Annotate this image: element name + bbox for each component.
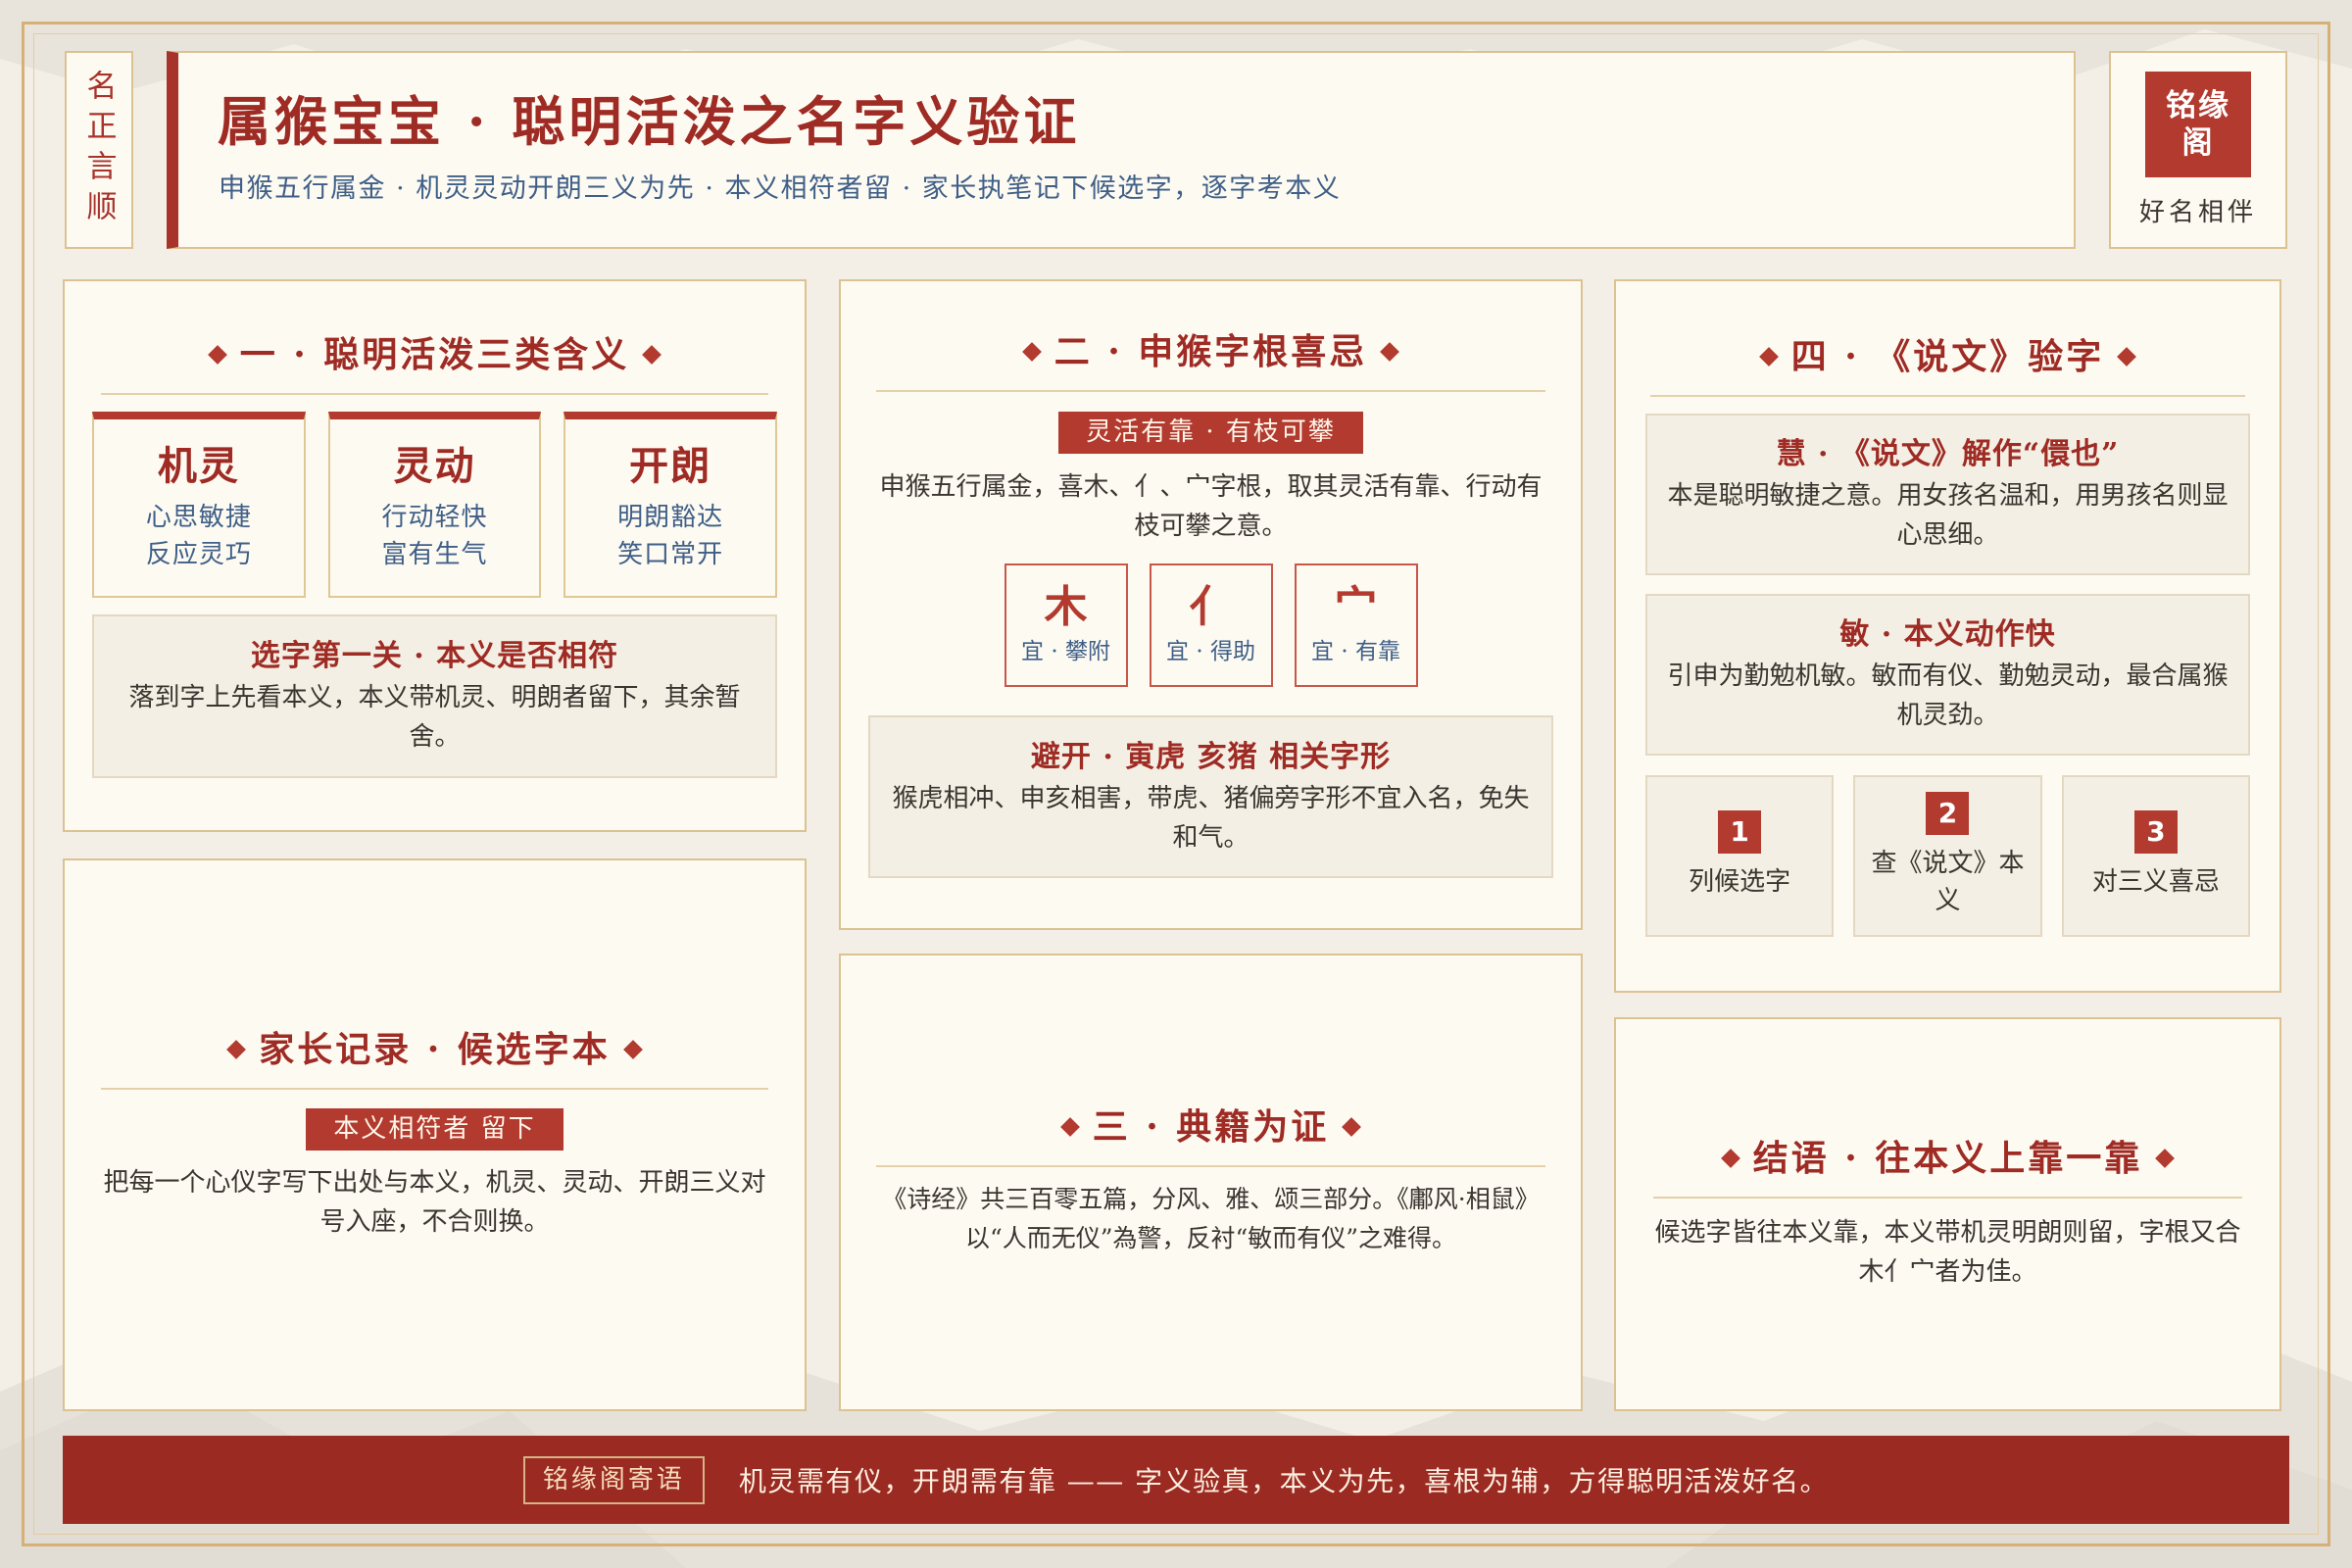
diamond-icon <box>2155 1148 2176 1168</box>
diamond-icon <box>1720 1148 1740 1168</box>
conclusion-body: 候选字皆往本义靠，本义带机灵明朗则留，字根又合木亻宀者为佳。 <box>1654 1217 2241 1287</box>
panel-heading-text: 一 · 聪明活泼三类含义 <box>239 333 630 375</box>
radical-char: 亻 <box>1189 582 1233 632</box>
avoid-body: 猴虎相冲、申亥相害，带虎、猪偏旁字形不宜入名，免失和气。 <box>892 784 1530 853</box>
panel-heading: 结语 · 往本义上靠一靠 <box>1653 1138 2242 1199</box>
radical-note: 宜 · 攀附 <box>1021 639 1110 664</box>
radicals-tag: 灵活有靠 · 有枝可攀 <box>1058 412 1363 454</box>
radical-box: 木 宜 · 攀附 <box>1004 564 1128 687</box>
shuowen-entry: 慧 · 《说文》解作“儇也” 本是聪明敏捷之意。用女孩名温和，用男孩名则显心思细… <box>1645 413 2250 575</box>
panel-heading: 一 · 聪明活泼三类含义 <box>101 334 768 395</box>
header-vertical-seal: 名正言顺 <box>65 51 133 249</box>
footer-banner: 铭缘阁寄语 机灵需有仪，开朗需有靠 —— 字义验真，本义为先，喜根为辅，方得聪明… <box>63 1436 2289 1524</box>
title-banner: 属猴宝宝 · 聪明活泼之名字义验证 申猴五行属金 · 机灵灵动开朗三义为先 · … <box>167 51 2076 249</box>
entry-title: 慧 · 《说文》解作“儇也” <box>1776 437 2120 471</box>
entry-body: 本是聪明敏捷之意。用女孩名温和，用男孩名则显心思细。 <box>1667 481 2229 550</box>
meaning-card-title: 机灵 <box>157 442 240 489</box>
page-subtitle: 申猴五行属金 · 机灵灵动开朗三义为先 · 本义相符者留 · 家长执笔记下候选字… <box>219 173 1342 204</box>
page: { "colors": { "accent_red": "#b23a2f", "… <box>0 0 2352 1568</box>
diamond-icon <box>622 1039 643 1059</box>
entry-title: 敏 · 本义动作快 <box>1839 617 2056 652</box>
classics-body: 《诗经》共三百零五篇，分风、雅、颂三部分。《鄘风·相鼠》以“人而无仪”為警，反衬… <box>882 1185 1540 1252</box>
meaning-card-line: 明朗豁达 <box>617 502 724 532</box>
diamond-icon <box>2117 346 2137 367</box>
diamond-icon <box>1059 1117 1080 1137</box>
radical-note: 宜 · 得助 <box>1166 639 1255 664</box>
brand-box: 铭缘 阁 好名相伴 <box>2109 51 2287 249</box>
parent-record-body: 把每一个心仪字写下出处与本义，机灵、灵动、开朗三义对号入座，不合则换。 <box>103 1167 766 1237</box>
panel-heading-text: 二 · 申猴字根喜忌 <box>1054 331 1368 372</box>
conclusion-panel: 结语 · 往本义上靠一靠 候选字皆往本义靠，本义带机灵明朗则留，字根又合木亻宀者… <box>1614 1017 2281 1411</box>
entry-body: 引申为勤勉机敏。敏而有仪、勤勉灵动，最合属猴机灵劲。 <box>1667 662 2229 730</box>
meaning-card: 开朗 明朗豁达 笑口常开 <box>564 411 778 598</box>
brand-seal: 铭缘 阁 <box>2145 72 2251 177</box>
footer-label: 铭缘阁寄语 <box>522 1455 705 1504</box>
avoid-title: 避开 · 寅虎 亥猪 相关字形 <box>1030 740 1392 774</box>
meaning-card-title: 开朗 <box>629 442 712 489</box>
step-number-badge: 2 <box>1926 792 1970 835</box>
panel-heading-text: 家长记录 · 候选字本 <box>259 1028 611 1070</box>
panel-heading-text: 结语 · 往本义上靠一靠 <box>1752 1137 2143 1179</box>
footer-message: 机灵需有仪，开朗需有靠 —— 字义验真，本义为先，喜根为辅，方得聪明活泼好名。 <box>738 1465 1830 1497</box>
shuowen-entry: 敏 · 本义动作快 引申为勤勉机敏。敏而有仪、勤勉灵动，最合属猴机灵劲。 <box>1645 593 2250 756</box>
process-step: 3 对三义喜忌 <box>2061 774 2250 937</box>
diamond-icon <box>1021 342 1042 362</box>
parent-record-panel: 家长记录 · 候选字本 本义相符者 留下 把每一个心仪字写下出处与本义，机灵、灵… <box>63 858 807 1411</box>
diamond-icon <box>1342 1117 1362 1137</box>
radical-box: 宀 宜 · 有靠 <box>1294 564 1418 687</box>
vertical-seal-text: 名正言顺 <box>80 70 117 230</box>
page-title: 属猴宝宝 · 聪明活泼之名字义验证 <box>218 90 1081 153</box>
meaning-card: 机灵 心思敏捷 反应灵巧 <box>92 411 306 598</box>
panel-heading: 三 · 典籍为证 <box>876 1106 1545 1167</box>
meaning-card-line: 反应灵巧 <box>145 539 252 569</box>
meaning-card: 灵动 行动轻快 富有生气 <box>327 411 542 598</box>
panel-heading-text: 三 · 典籍为证 <box>1092 1106 1330 1148</box>
meaning-cards: 机灵 心思敏捷 反应灵巧 灵动 行动轻快 富有生气 开朗 明朗豁达 笑口常开 <box>92 411 778 598</box>
parent-record-tag: 本义相符者 留下 <box>306 1107 564 1151</box>
process-step: 1 列候选字 <box>1645 774 1835 937</box>
process-step: 2 查《说文》本义 <box>1853 774 2042 937</box>
panel-heading-text: 四 · 《说文》验字 <box>1790 335 2105 377</box>
meaning-card-line: 心思敏捷 <box>145 502 252 532</box>
panel-heading: 二 · 申猴字根喜忌 <box>876 331 1545 392</box>
meaning-card-line: 行动轻快 <box>381 502 488 532</box>
radical-note: 宜 · 有靠 <box>1311 639 1400 664</box>
diamond-icon <box>226 1039 247 1059</box>
radical-boxes: 木 宜 · 攀附 亻 宜 · 得助 宀 宜 · 有靠 <box>1004 564 1418 687</box>
meaning-card-line: 笑口常开 <box>617 539 724 569</box>
radicals-panel: 二 · 申猴字根喜忌 灵活有靠 · 有枝可攀 申猴五行属金，喜木、亻、宀字根，取… <box>839 279 1583 930</box>
step-label: 列候选字 <box>1689 867 1791 897</box>
diamond-icon <box>207 344 227 365</box>
meaning-card-line: 富有生气 <box>381 539 488 569</box>
diamond-icon <box>642 344 662 365</box>
diamond-icon <box>1758 346 1779 367</box>
note-title: 选字第一关 · 本义是否相符 <box>250 639 619 673</box>
radical-char: 木 <box>1044 582 1088 632</box>
step-number-badge: 1 <box>1718 810 1762 854</box>
meaning-card-title: 灵动 <box>393 442 476 489</box>
brand-seal-line: 铭缘 <box>2166 88 2230 123</box>
shuowen-panel: 四 · 《说文》验字 慧 · 《说文》解作“儇也” 本是聪明敏捷之意。用女孩名温… <box>1614 279 2281 993</box>
radical-char: 宀 <box>1334 582 1378 632</box>
classics-panel: 三 · 典籍为证 《诗经》共三百零五篇，分风、雅、颂三部分。《鄘风·相鼠》以“人… <box>839 954 1583 1411</box>
diamond-icon <box>1380 342 1400 362</box>
panel-heading: 四 · 《说文》验字 <box>1650 336 2245 397</box>
radicals-description: 申猴五行属金，喜木、亻、宀字根，取其灵活有靠、行动有枝可攀之意。 <box>879 472 1543 541</box>
panel-heading: 家长记录 · 候选字本 <box>101 1029 768 1090</box>
note-body: 落到字上先看本义，本义带机灵、明朗者留下，其余暂舍。 <box>128 683 741 752</box>
brand-tagline: 好名相伴 <box>2138 198 2257 227</box>
brand-seal-line: 阁 <box>2181 125 2215 161</box>
radical-box: 亻 宜 · 得助 <box>1149 564 1273 687</box>
selection-note: 选字第一关 · 本义是否相符 落到字上先看本义，本义带机灵、明朗者留下，其余暂舍… <box>92 613 777 778</box>
step-number-badge: 3 <box>2133 810 2178 854</box>
meanings-panel: 一 · 聪明活泼三类含义 机灵 心思敏捷 反应灵巧 灵动 行动轻快 富有生气 开… <box>63 279 807 832</box>
step-label: 对三义喜忌 <box>2091 867 2220 897</box>
process-steps: 1 列候选字 2 查《说文》本义 3 对三义喜忌 <box>1645 774 2250 937</box>
avoid-note: 避开 · 寅虎 亥猪 相关字形 猴虎相冲、申亥相害，带虎、猪偏旁字形不宜入名，免… <box>868 715 1553 878</box>
step-label: 查《说文》本义 <box>1871 849 2025 915</box>
